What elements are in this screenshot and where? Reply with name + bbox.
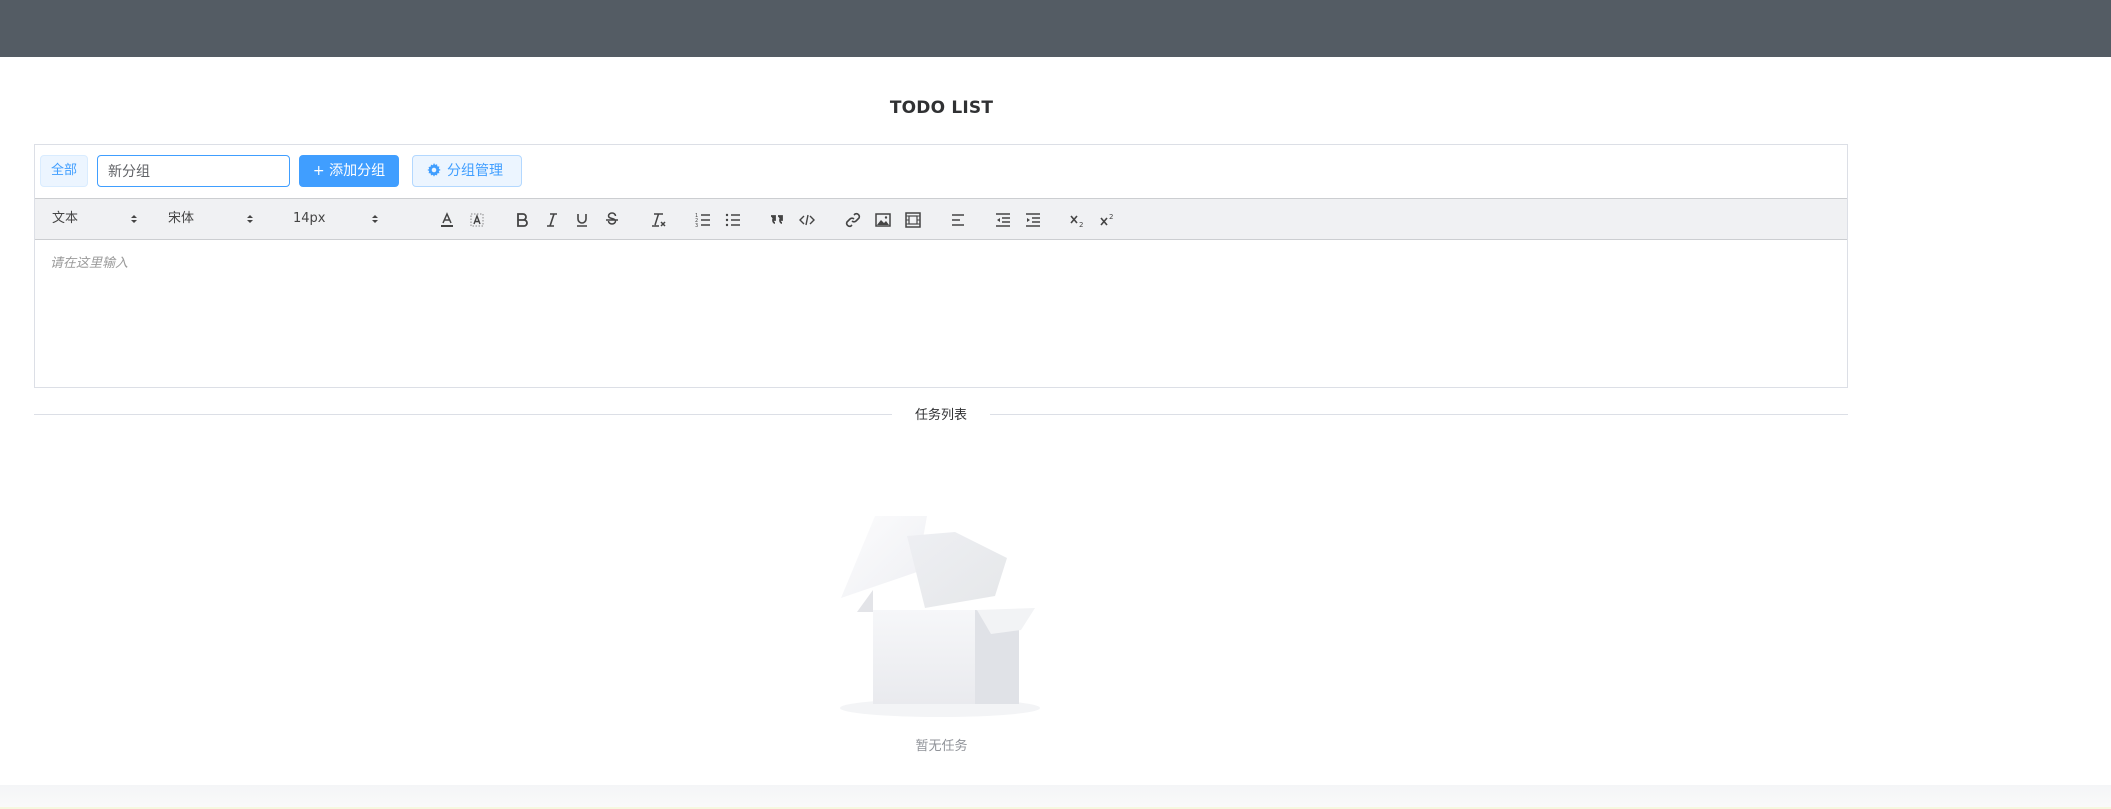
underline-button[interactable] — [571, 209, 593, 231]
header-picker-label: 文本 — [52, 211, 79, 226]
chevron-updown-icon — [131, 215, 137, 223]
image-icon — [875, 213, 891, 227]
background-color-button[interactable] — [466, 209, 488, 231]
underline-icon — [577, 214, 587, 227]
empty-box-icon — [840, 516, 1040, 717]
indent-button[interactable] — [1022, 209, 1044, 231]
task-list-divider-label: 任务列表 — [892, 404, 990, 423]
top-navbar — [0, 0, 2111, 57]
strike-button[interactable] — [601, 209, 623, 231]
indent-icon — [1026, 213, 1040, 227]
superscript-button[interactable]: 2 — [1097, 209, 1119, 231]
link-button[interactable] — [842, 209, 864, 231]
blockquote-icon — [771, 215, 783, 224]
group-bar: 全部 + 添加分组 分组管理 — [35, 145, 1847, 198]
ordered-list-button[interactable]: 123 — [692, 209, 714, 231]
divider-line-right — [990, 414, 1848, 415]
bold-button[interactable] — [511, 209, 533, 231]
add-group-button[interactable]: + 添加分组 — [299, 155, 399, 187]
clear-format-icon — [652, 213, 666, 227]
outdent-button[interactable] — [992, 209, 1014, 231]
font-picker-label: 宋体 — [168, 211, 195, 226]
svg-text:3: 3 — [695, 223, 698, 229]
code-icon — [799, 214, 815, 226]
image-button[interactable] — [872, 209, 894, 231]
clear-format-button[interactable] — [647, 209, 669, 231]
subscript-icon: 2 — [1070, 215, 1083, 229]
align-left-button[interactable] — [947, 209, 969, 231]
link-icon — [845, 212, 861, 228]
chevron-updown-icon — [247, 215, 253, 223]
video-icon — [905, 212, 921, 228]
bullet-list-icon — [725, 213, 740, 227]
background-color-icon — [470, 213, 484, 227]
align-left-icon — [952, 214, 964, 226]
code-block-button[interactable] — [796, 209, 818, 231]
svg-text:2: 2 — [1079, 221, 1083, 229]
editor-placeholder: 请在这里输入 — [50, 256, 129, 271]
chevron-updown-icon — [372, 215, 378, 223]
editor-area[interactable]: 请在这里输入 — [35, 240, 1847, 388]
svg-text:2: 2 — [1109, 213, 1113, 221]
font-picker[interactable]: 宋体 — [168, 207, 254, 231]
italic-icon — [547, 213, 557, 227]
subscript-button[interactable]: 2 — [1067, 209, 1089, 231]
superscript-icon: 2 — [1100, 213, 1113, 226]
page-title: TODO LIST — [889, 98, 994, 118]
group-manage-button[interactable]: 分组管理 — [412, 155, 522, 187]
gear-icon — [427, 163, 441, 177]
italic-button[interactable] — [541, 209, 563, 231]
empty-state-text: 暂无任务 — [915, 739, 968, 754]
footer-shadow — [0, 785, 2111, 809]
size-picker-label: 14px — [293, 211, 326, 226]
bold-icon — [517, 213, 528, 227]
blockquote-button[interactable] — [766, 209, 788, 231]
size-picker[interactable]: 14px — [293, 207, 379, 231]
group-tag-all[interactable]: 全部 — [40, 155, 88, 187]
editor-toolbar: 文本 宋体 14px 1 2 3 2 2 — [35, 198, 1847, 240]
new-group-input[interactable] — [97, 155, 290, 187]
video-button[interactable] — [902, 209, 924, 231]
text-color-button[interactable] — [436, 209, 458, 231]
bullet-list-button[interactable] — [722, 209, 744, 231]
divider-line-left — [34, 414, 892, 415]
ordered-list-icon: 123 — [695, 213, 710, 229]
task-editor-panel: 全部 + 添加分组 分组管理 文本 宋体 14px — [34, 144, 1848, 388]
header-picker[interactable]: 文本 — [52, 207, 138, 231]
group-manage-label: 分组管理 — [447, 163, 503, 179]
text-color-icon — [441, 212, 453, 227]
strike-icon — [606, 212, 618, 225]
outdent-icon — [996, 213, 1010, 227]
